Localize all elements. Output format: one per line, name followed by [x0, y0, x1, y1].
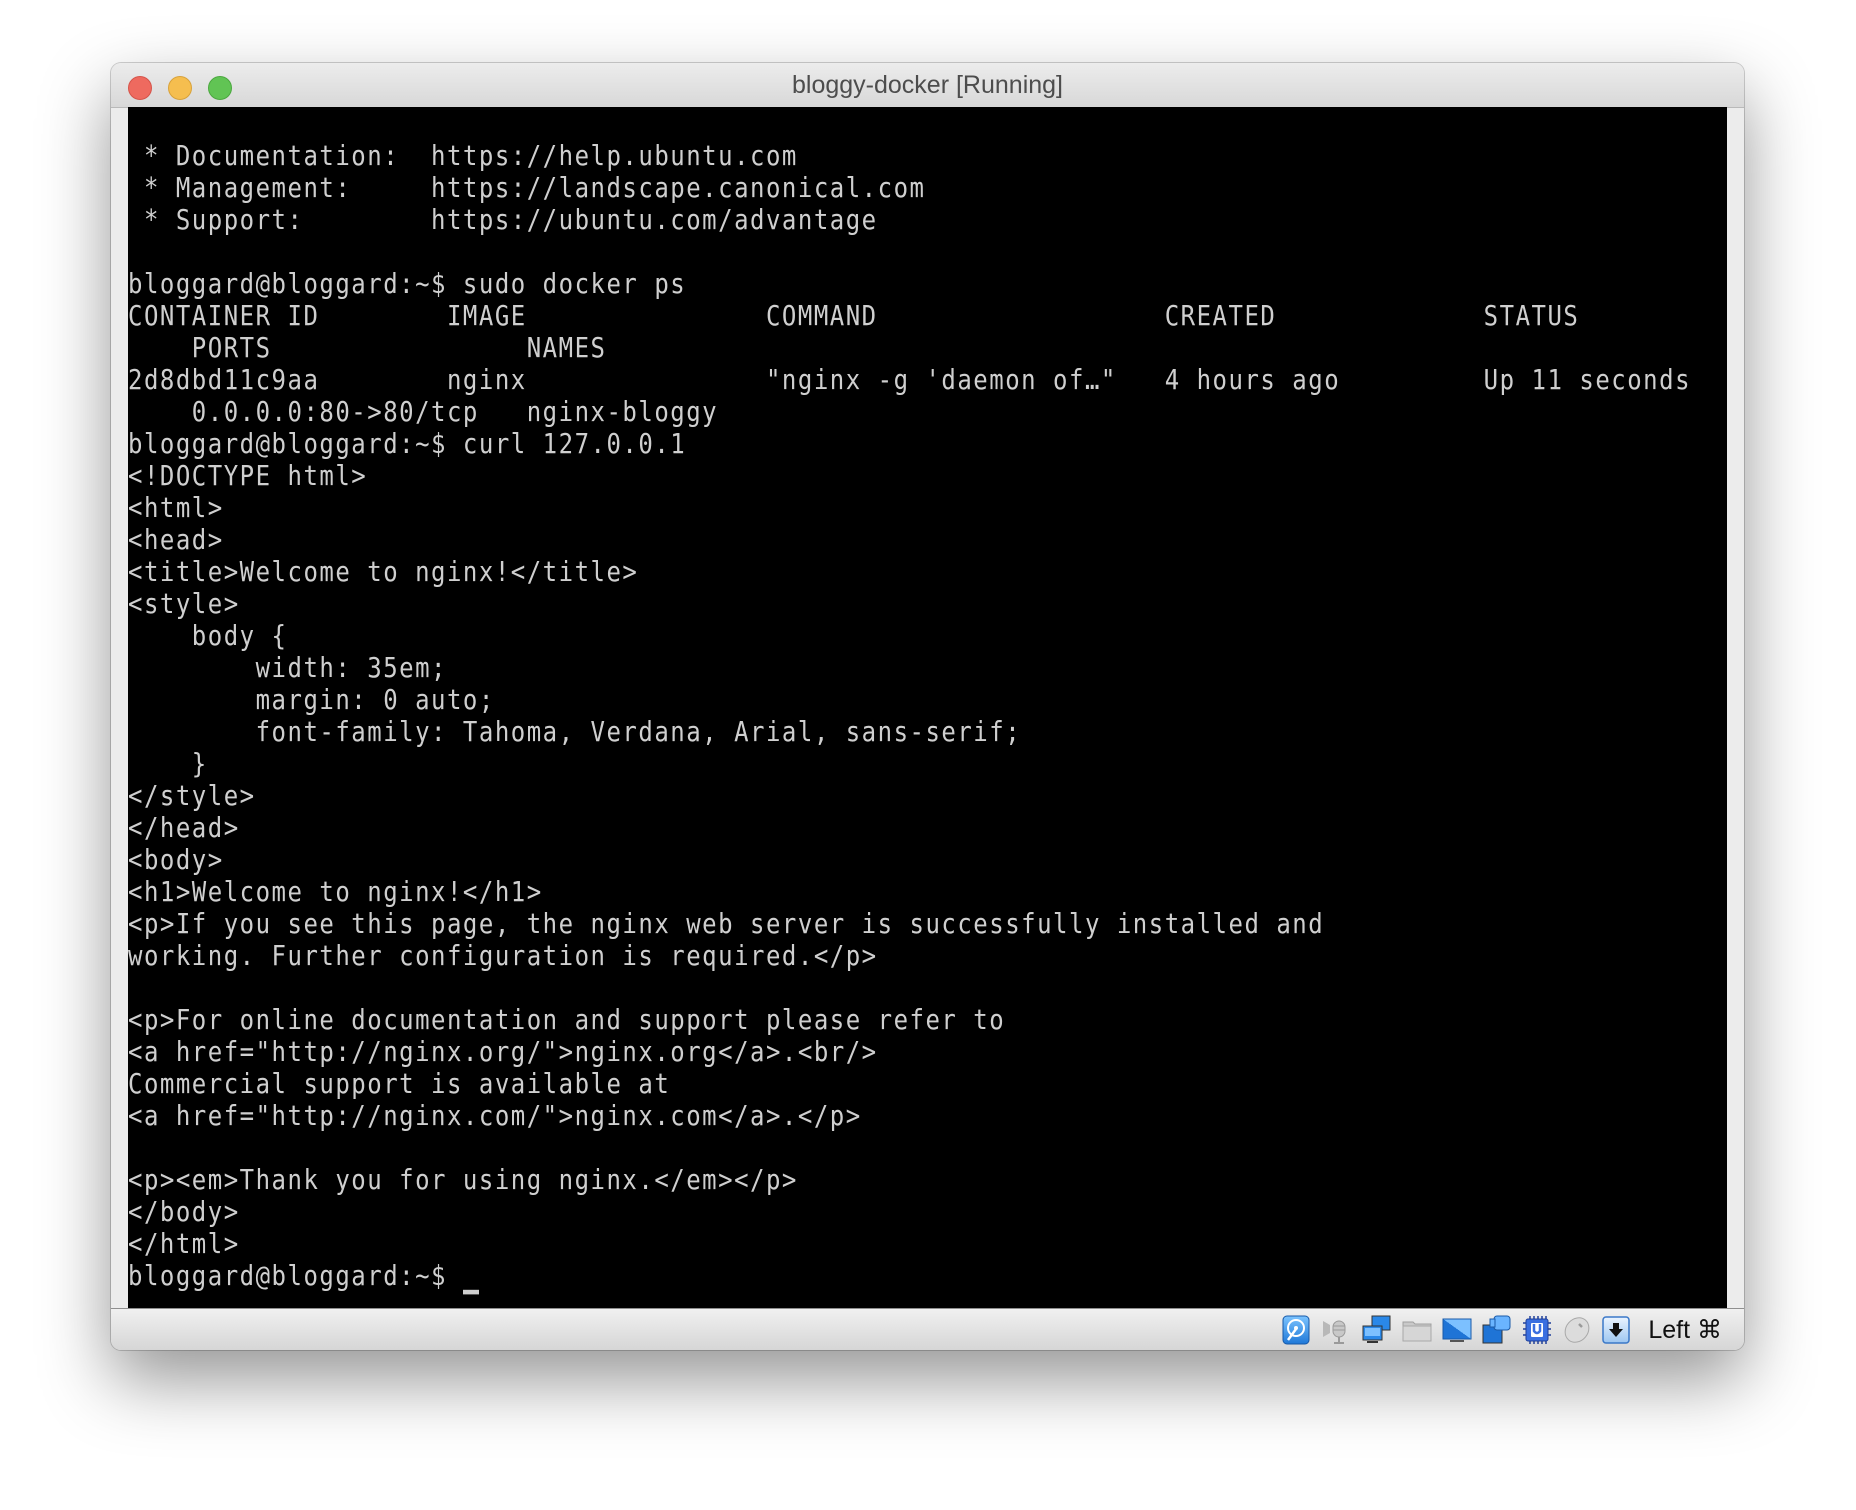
network-icon[interactable]: [1362, 1315, 1391, 1345]
terminal-line-text: 0.0.0.0:80->80/tcp nginx-bloggy: [128, 395, 719, 429]
terminal-line: bloggard@bloggard:~$: [128, 1258, 1691, 1295]
host-key-label[interactable]: Left ⌘: [1648, 1309, 1722, 1350]
terminal-line-text: bloggard@bloggard:~$: [128, 1259, 463, 1293]
terminal-line-text: <!DOCTYPE html>: [128, 459, 368, 493]
terminal-line-text: CONTAINER ID IMAGE COMMAND CREATED STATU…: [128, 299, 1580, 333]
terminal-line-text: Commercial support is available at: [128, 1067, 671, 1101]
terminal-line-text: bloggard@bloggard:~$ curl 127.0.0.1: [128, 427, 687, 461]
terminal-line-text: </body>: [128, 1195, 240, 1229]
terminal-line-text: * Documentation: https://help.ubuntu.com: [128, 139, 798, 173]
window-title: bloggy-docker [Running]: [792, 71, 1063, 99]
terminal-line-text: <title>Welcome to nginx!</title>: [128, 555, 639, 589]
terminal-line-text: <html>: [128, 491, 224, 525]
terminal-line-text: <p><em>Thank you for using nginx.</em></…: [128, 1163, 798, 1197]
hard-disk-icon[interactable]: [1282, 1315, 1310, 1345]
keyboard-capture-icon[interactable]: [1602, 1315, 1631, 1345]
video-capture-icon[interactable]: [1482, 1315, 1511, 1345]
terminal-line-text: <style>: [128, 587, 240, 621]
mouse-integration-icon[interactable]: [1562, 1315, 1590, 1345]
terminal-line-text: margin: 0 auto;: [128, 683, 495, 717]
display-icon[interactable]: [1442, 1315, 1472, 1345]
terminal-line-text: width: 35em;: [128, 651, 447, 685]
terminal-line-text: font-family: Tahoma, Verdana, Arial, san…: [128, 715, 1022, 749]
terminal-line-text: <a href="http://nginx.org/">nginx.org</a…: [128, 1035, 878, 1069]
terminal-line-text: 2d8dbd11c9aa nginx "nginx -g 'daemon of……: [128, 363, 1692, 397]
terminal-line-text: * Support: https://ubuntu.com/advantage: [128, 203, 878, 237]
terminal-line-text: PORTS NAMES: [128, 331, 607, 365]
terminal-line-text: <body>: [128, 843, 224, 877]
terminal-line-text: * Management: https://landscape.canonica…: [128, 171, 926, 205]
virtualbox-vm-window: bloggy-docker [Running] * Documentation:…: [111, 63, 1744, 1350]
terminal-line-text: body {: [128, 619, 288, 653]
terminal-line-text: </head>: [128, 811, 240, 845]
terminal-line-text: <p>For online documentation and support …: [128, 1003, 1006, 1037]
vm-console[interactable]: * Documentation: https://help.ubuntu.com…: [128, 107, 1727, 1308]
terminal-line-text: <a href="http://nginx.com/">nginx.com</a…: [128, 1099, 862, 1133]
terminal-line-text: }: [128, 747, 208, 781]
terminal-line-text: bloggard@bloggard:~$ sudo docker ps: [128, 267, 687, 301]
terminal-line-text: <head>: [128, 523, 224, 557]
cpu-virtualization-icon[interactable]: [1522, 1315, 1552, 1345]
terminal-output: * Documentation: https://help.ubuntu.com…: [128, 139, 1692, 1295]
shared-folders-icon[interactable]: [1402, 1315, 1432, 1345]
terminal-line-text: working. Further configuration is requir…: [128, 939, 878, 973]
audio-icon[interactable]: [1322, 1315, 1350, 1345]
terminal-line-text: </html>: [128, 1227, 240, 1261]
title-bar[interactable]: bloggy-docker [Running]: [111, 63, 1744, 108]
terminal-line-text: <h1>Welcome to nginx!</h1>: [128, 875, 543, 909]
terminal-cursor: [462, 1289, 479, 1295]
status-bar: Left ⌘: [111, 1308, 1744, 1350]
terminal-line-text: <p>If you see this page, the nginx web s…: [128, 907, 1325, 941]
terminal-line-text: </style>: [128, 779, 256, 813]
